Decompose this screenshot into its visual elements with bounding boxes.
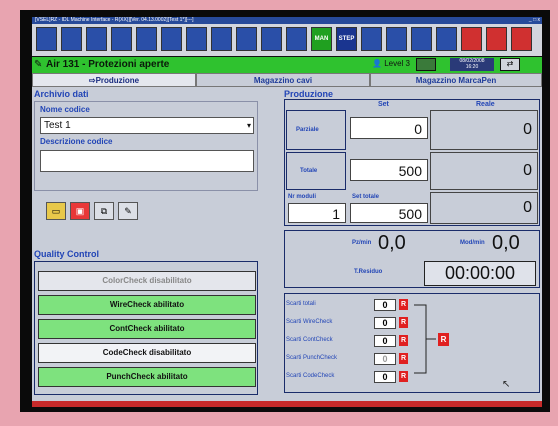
wire-icon[interactable]	[436, 27, 457, 51]
tools-icon[interactable]	[111, 27, 132, 51]
code-name-field[interactable]: Test 1 ▾	[40, 117, 254, 134]
crimp2-icon[interactable]	[511, 27, 532, 51]
list-icon[interactable]	[161, 27, 182, 51]
network-icon[interactable]	[261, 27, 282, 51]
arrow-icon: ⇨	[88, 76, 96, 85]
main-toolbar: MAN STEP	[32, 24, 542, 56]
pz-min-value: 0,0	[378, 232, 406, 254]
residuo-value: 00:00:00	[424, 261, 536, 286]
chevron-down-icon[interactable]: ▾	[247, 118, 251, 133]
scarti-value: 0	[374, 335, 396, 347]
scarti-label: Scarti WireCheck	[286, 319, 333, 325]
window-controls[interactable]: _ □ x	[529, 17, 540, 24]
save-icon[interactable]: ▣	[70, 202, 90, 220]
nr-moduli-field[interactable]: 1	[288, 203, 346, 223]
parziale-label: Parziale	[296, 127, 319, 133]
scarti-value: 0	[374, 299, 396, 311]
stop-icon[interactable]: STEP	[336, 27, 357, 51]
pz-min-label: Pz/min	[352, 240, 372, 246]
quality-check-toggle[interactable]: ContCheck abilitato	[38, 319, 256, 339]
doc-icon[interactable]	[361, 27, 382, 51]
tab-magazzino-cavi[interactable]: Magazzino cavi	[196, 73, 370, 87]
tab-produzione[interactable]: ⇨Produzione	[32, 73, 196, 87]
archivio-heading: Archivio dati	[34, 89, 89, 99]
reset-scarti-button[interactable]: R	[399, 299, 408, 310]
camera-icon[interactable]	[286, 27, 307, 51]
parziale-set-field[interactable]: 0	[350, 117, 428, 139]
mod-min-value: 0,0	[492, 232, 520, 254]
quality-heading: Quality Control	[34, 249, 99, 259]
scarti-value: 0	[374, 371, 396, 383]
printer-icon[interactable]	[211, 27, 232, 51]
network-icon: ⇄	[500, 58, 520, 71]
reset-all-scarti-button[interactable]: R	[438, 333, 449, 346]
scarti-label: Scarti CodeCheck	[286, 373, 335, 379]
reset-scarti-button[interactable]: R	[399, 371, 408, 382]
tab-bar: ⇨Produzione Magazzino cavi Magazzino Mar…	[32, 73, 542, 88]
reset-scarti-button[interactable]: R	[399, 353, 408, 364]
code-description-field[interactable]	[40, 150, 254, 172]
window-titlebar: [VSEL]RZ - IDL Machine Interface - R(XX)…	[32, 17, 542, 24]
man-icon[interactable]: MAN	[311, 27, 332, 51]
monitor-icon[interactable]	[186, 27, 207, 51]
scarti-label: Scarti totali	[286, 301, 316, 307]
window-title: [VSEL]RZ - IDL Machine Interface - R(XX)…	[35, 17, 194, 23]
desc-label: Descrizione codice	[40, 137, 113, 146]
archivio-panel	[34, 101, 258, 191]
residuo-label: T.Residuo	[354, 269, 383, 275]
cursor-icon: ↖	[502, 379, 511, 390]
produzione-heading: Produzione	[284, 89, 333, 99]
totale-reale: 0	[430, 152, 538, 190]
nr-moduli-label: Nr moduli	[288, 194, 316, 200]
terminal-icon[interactable]	[486, 27, 507, 51]
chart-icon[interactable]	[86, 27, 107, 51]
set-totale-label: Set totale	[352, 194, 380, 200]
grid-icon[interactable]	[61, 27, 82, 51]
app-screen: [VSEL]RZ - IDL Machine Interface - R(XX)…	[32, 17, 542, 407]
pencil-icon: ✎	[34, 59, 43, 70]
copy-icon[interactable]: ⧉	[94, 202, 114, 220]
date-time: 08/02/2008 16:20	[450, 58, 494, 71]
machine-icon	[416, 58, 436, 71]
quality-check-toggle[interactable]: PunchCheck abilitato	[38, 367, 256, 387]
tab-produzione-label: Produzione	[95, 76, 140, 85]
ruler-icon[interactable]	[386, 27, 407, 51]
tab-magazzino-marcapen[interactable]: Magazzino MarcaPen	[370, 73, 542, 87]
save-icon[interactable]	[36, 27, 57, 51]
reset-scarti-button[interactable]: R	[399, 335, 408, 346]
scarti-value: 0	[374, 317, 396, 329]
parziale-reale: 0	[430, 110, 538, 150]
scarti-label: Scarti PunchCheck	[286, 355, 338, 361]
scarti-value: 0	[374, 353, 396, 365]
code-name-value: Test 1	[44, 120, 71, 131]
scarti-label: Scarti ContCheck	[286, 337, 333, 343]
name-label: Nome codice	[40, 105, 90, 114]
access-level[interactable]: 👤 Level 3	[372, 59, 410, 68]
set-totale-reale: 0	[430, 192, 538, 224]
set-totale-field[interactable]: 500	[350, 203, 428, 223]
level-label: Level 3	[384, 59, 410, 68]
totale-label: Totale	[300, 168, 318, 174]
edit-icon[interactable]: ✎	[118, 202, 138, 220]
quality-check-toggle[interactable]: WireCheck abilitato	[38, 295, 256, 315]
quality-check-toggle[interactable]: ColorCheck disabilitato	[38, 271, 256, 291]
crimp-icon[interactable]	[461, 27, 482, 51]
status-bar: ✎ Air 131 - Protezioni aperte 👤 Level 3 …	[32, 56, 542, 74]
table-icon[interactable]	[136, 27, 157, 51]
book-icon[interactable]	[236, 27, 257, 51]
mod-min-label: Mod/min	[460, 240, 485, 246]
quality-check-toggle[interactable]: CodeCheck disabilitato	[38, 343, 256, 363]
bottom-bar	[32, 401, 542, 407]
machine-status: Air 131 - Protezioni aperte	[46, 59, 170, 70]
time: 16:20	[465, 64, 479, 70]
connector-icon[interactable]	[411, 27, 432, 51]
totale-set-field[interactable]: 500	[350, 159, 428, 181]
col-reale: Reale	[476, 101, 495, 108]
reset-scarti-button[interactable]: R	[399, 317, 408, 328]
folder-icon[interactable]: ▭	[46, 202, 66, 220]
col-set: Set	[378, 101, 389, 108]
